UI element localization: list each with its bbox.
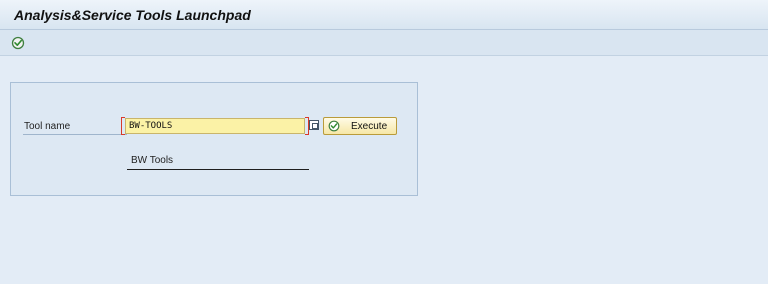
execute-button[interactable]: Execute — [323, 117, 397, 135]
label-underline — [23, 134, 127, 135]
execute-icon[interactable] — [11, 36, 25, 50]
tool-underline — [127, 169, 309, 170]
application-toolbar — [0, 30, 768, 56]
title-bar: Analysis&Service Tools Launchpad — [0, 0, 768, 30]
tool-selection-panel: Tool name Execute BW Tools — [10, 82, 418, 196]
execute-icon — [328, 120, 340, 132]
execute-button-label: Execute — [351, 121, 388, 132]
page-title: Analysis&Service Tools Launchpad — [14, 7, 251, 23]
tool-description: BW Tools — [131, 155, 174, 166]
tool-name-field-wrapper — [121, 117, 309, 136]
value-help-icon[interactable] — [309, 120, 319, 130]
tool-name-label: Tool name — [24, 121, 71, 132]
tool-name-input[interactable] — [125, 118, 305, 134]
content-area: Tool name Execute BW Tools — [0, 56, 768, 284]
